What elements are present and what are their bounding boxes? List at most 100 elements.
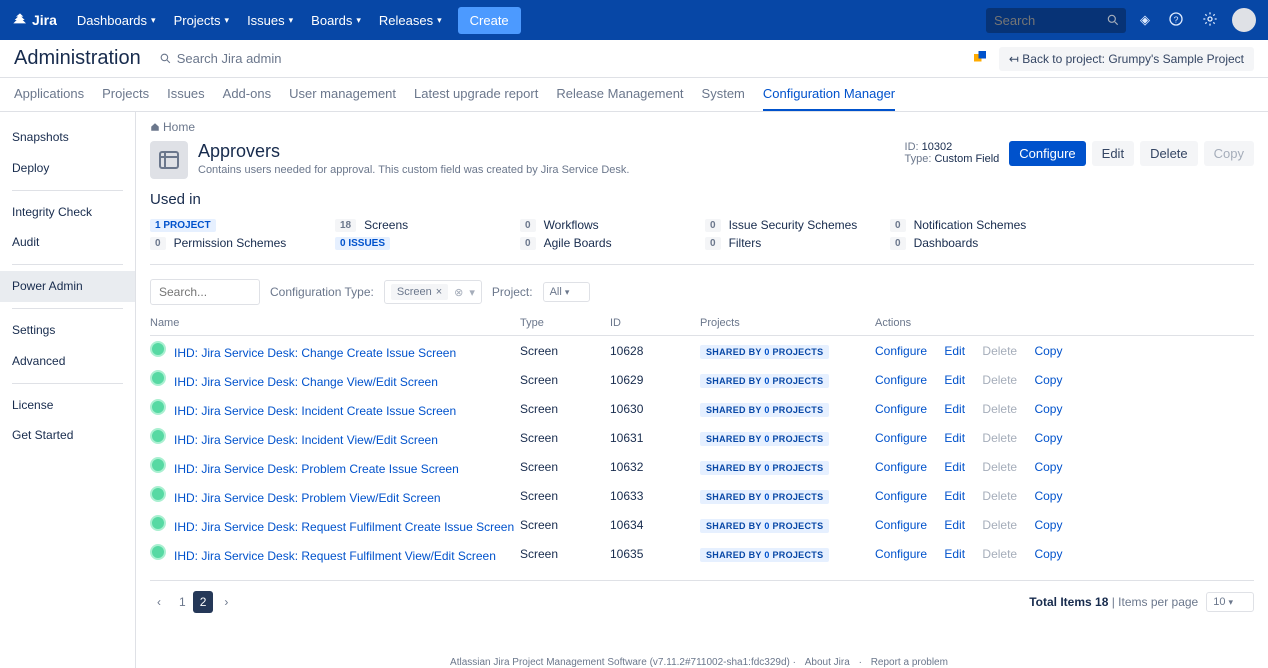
stat-item[interactable]: 0Issue Security Schemes bbox=[705, 216, 890, 234]
row-configure-link[interactable]: Configure bbox=[875, 518, 927, 532]
row-name-link[interactable]: IHD: Jira Service Desk: Incident Create … bbox=[174, 404, 456, 418]
sidebar-item-audit[interactable]: Audit bbox=[0, 227, 135, 258]
avatar[interactable] bbox=[1232, 8, 1256, 32]
nav-item-boards[interactable]: Boards▾ bbox=[303, 7, 369, 34]
admin-tab-configuration-manager[interactable]: Configuration Manager bbox=[763, 78, 895, 111]
stat-item[interactable]: 18Screens bbox=[335, 216, 520, 234]
sidebar-item-license[interactable]: License bbox=[0, 390, 135, 421]
breadcrumb-home[interactable]: Home bbox=[150, 120, 195, 134]
row-name-link[interactable]: IHD: Jira Service Desk: Problem View/Edi… bbox=[174, 491, 441, 505]
row-name-link[interactable]: IHD: Jira Service Desk: Incident View/Ed… bbox=[174, 433, 438, 447]
pager-page-1[interactable]: 1 bbox=[172, 591, 193, 613]
row-configure-link[interactable]: Configure bbox=[875, 547, 927, 561]
nav-item-issues[interactable]: Issues▾ bbox=[239, 7, 301, 34]
per-page-value: 10 bbox=[1213, 596, 1225, 608]
back-link-text: Back to project: Grumpy's Sample Project bbox=[1022, 52, 1244, 66]
row-name-link[interactable]: IHD: Jira Service Desk: Change Create Is… bbox=[174, 346, 456, 360]
report-problem-link[interactable]: Report a problem bbox=[871, 657, 948, 668]
row-name-link[interactable]: IHD: Jira Service Desk: Problem Create I… bbox=[174, 462, 459, 476]
admin-tab-applications[interactable]: Applications bbox=[14, 78, 84, 111]
copy-button[interactable]: Copy bbox=[1204, 141, 1254, 166]
close-icon[interactable]: × bbox=[436, 286, 442, 298]
screen-icon bbox=[150, 370, 166, 386]
help-icon[interactable]: ? bbox=[1164, 7, 1188, 34]
delete-button[interactable]: Delete bbox=[1140, 141, 1198, 166]
nav-item-projects[interactable]: Projects▾ bbox=[166, 7, 238, 34]
row-name-link[interactable]: IHD: Jira Service Desk: Request Fulfilme… bbox=[174, 520, 514, 534]
admin-tab-user-management[interactable]: User management bbox=[289, 78, 396, 111]
row-configure-link[interactable]: Configure bbox=[875, 431, 927, 445]
chevron-down-icon[interactable]: ▾ bbox=[469, 286, 475, 299]
row-edit-link[interactable]: Edit bbox=[944, 431, 965, 445]
stat-label: Workflows bbox=[544, 218, 599, 232]
sidebar-item-deploy[interactable]: Deploy bbox=[0, 153, 135, 184]
sidebar-item-settings[interactable]: Settings bbox=[0, 315, 135, 346]
sidebar-item-integrity-check[interactable]: Integrity Check bbox=[0, 197, 135, 228]
global-search-input[interactable] bbox=[986, 8, 1126, 33]
row-configure-link[interactable]: Configure bbox=[875, 344, 927, 358]
row-configure-link[interactable]: Configure bbox=[875, 489, 927, 503]
pager-next[interactable]: › bbox=[217, 591, 235, 613]
admin-tab-system[interactable]: System bbox=[702, 78, 745, 111]
row-configure-link[interactable]: Configure bbox=[875, 402, 927, 416]
edit-button[interactable]: Edit bbox=[1092, 141, 1134, 166]
admin-search[interactable]: Search Jira admin bbox=[159, 51, 282, 66]
row-configure-link[interactable]: Configure bbox=[875, 373, 927, 387]
project-select[interactable]: All▾ bbox=[543, 282, 591, 302]
nav-item-dashboards[interactable]: Dashboards▾ bbox=[69, 7, 164, 34]
pager-prev[interactable]: ‹ bbox=[150, 591, 168, 613]
row-copy-link[interactable]: Copy bbox=[1034, 460, 1062, 474]
stat-item[interactable]: 0Agile Boards bbox=[520, 234, 705, 252]
row-edit-link[interactable]: Edit bbox=[944, 547, 965, 561]
nav-item-releases[interactable]: Releases▾ bbox=[371, 7, 450, 34]
discover-icon[interactable]: ◈ bbox=[1136, 8, 1154, 32]
per-page-select[interactable]: 10▾ bbox=[1206, 592, 1254, 612]
app-icon[interactable] bbox=[971, 48, 989, 69]
pager-page-2[interactable]: 2 bbox=[193, 591, 214, 613]
admin-tab-add-ons[interactable]: Add-ons bbox=[223, 78, 271, 111]
admin-tab-latest-upgrade-report[interactable]: Latest upgrade report bbox=[414, 78, 538, 111]
row-copy-link[interactable]: Copy bbox=[1034, 489, 1062, 503]
conf-type-select[interactable]: Screen× ⊗ ▾ bbox=[384, 280, 482, 304]
row-name-link[interactable]: IHD: Jira Service Desk: Change View/Edit… bbox=[174, 375, 438, 389]
about-jira-link[interactable]: About Jira bbox=[805, 657, 850, 668]
admin-tab-release-management[interactable]: Release Management bbox=[556, 78, 683, 111]
admin-tab-issues[interactable]: Issues bbox=[167, 78, 205, 111]
clear-icon[interactable]: ⊗ bbox=[454, 286, 463, 299]
row-delete-link: Delete bbox=[982, 547, 1017, 561]
row-configure-link[interactable]: Configure bbox=[875, 460, 927, 474]
sidebar-item-snapshots[interactable]: Snapshots bbox=[0, 122, 135, 153]
stat-item[interactable]: 0 ISSUES bbox=[335, 234, 520, 252]
row-edit-link[interactable]: Edit bbox=[944, 344, 965, 358]
row-copy-link[interactable]: Copy bbox=[1034, 518, 1062, 532]
row-edit-link[interactable]: Edit bbox=[944, 460, 965, 474]
stat-item[interactable]: 0Notification Schemes bbox=[890, 216, 1075, 234]
row-edit-link[interactable]: Edit bbox=[944, 402, 965, 416]
row-edit-link[interactable]: Edit bbox=[944, 489, 965, 503]
row-copy-link[interactable]: Copy bbox=[1034, 547, 1062, 561]
sidebar-item-get-started[interactable]: Get Started bbox=[0, 420, 135, 451]
row-copy-link[interactable]: Copy bbox=[1034, 344, 1062, 358]
row-copy-link[interactable]: Copy bbox=[1034, 373, 1062, 387]
filter-search-input[interactable] bbox=[150, 279, 260, 305]
create-button[interactable]: Create bbox=[458, 7, 521, 34]
stat-item[interactable]: 0Filters bbox=[705, 234, 890, 252]
row-name-link[interactable]: IHD: Jira Service Desk: Request Fulfilme… bbox=[174, 549, 496, 563]
screen-icon bbox=[150, 486, 166, 502]
sidebar-item-power-admin[interactable]: Power Admin bbox=[0, 271, 135, 302]
admin-tab-projects[interactable]: Projects bbox=[102, 78, 149, 111]
settings-icon[interactable] bbox=[1198, 7, 1222, 34]
row-type: Screen bbox=[520, 518, 610, 532]
row-edit-link[interactable]: Edit bbox=[944, 518, 965, 532]
row-edit-link[interactable]: Edit bbox=[944, 373, 965, 387]
back-to-project-link[interactable]: ↤ Back to project: Grumpy's Sample Proje… bbox=[999, 47, 1254, 71]
stat-item[interactable]: 0Permission Schemes bbox=[150, 234, 335, 252]
stat-item[interactable]: 0Workflows bbox=[520, 216, 705, 234]
row-copy-link[interactable]: Copy bbox=[1034, 402, 1062, 416]
sidebar-item-advanced[interactable]: Advanced bbox=[0, 346, 135, 377]
row-copy-link[interactable]: Copy bbox=[1034, 431, 1062, 445]
stat-item[interactable]: 1 PROJECT bbox=[150, 216, 335, 234]
jira-logo[interactable]: Jira bbox=[12, 12, 57, 28]
configure-button[interactable]: Configure bbox=[1009, 141, 1085, 166]
stat-item[interactable]: 0Dashboards bbox=[890, 234, 1075, 252]
